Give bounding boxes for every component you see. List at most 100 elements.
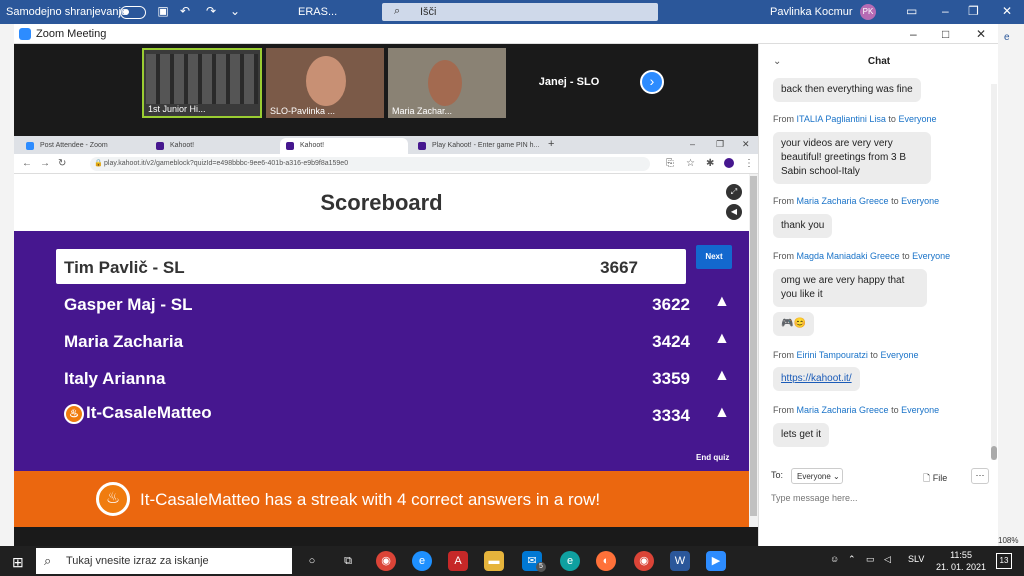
video-tile[interactable]: SLO-Pavlinka ... <box>266 48 384 118</box>
zoom-maximize-icon[interactable]: □ <box>942 27 949 41</box>
acrobat-icon[interactable]: A <box>448 551 468 571</box>
tab-favicon-icon <box>286 142 294 150</box>
browser-toolbar: ← → ↻ 🔒 play.kahoot.it/v2/gameblock?quiz… <box>14 154 758 174</box>
scoreboard-row: Italy Arianna 3359 <box>56 360 690 395</box>
file-explorer-icon[interactable]: ▬ <box>484 551 504 571</box>
more-options-button[interactable]: ⋯ <box>971 468 989 484</box>
page-title: Scoreboard <box>320 190 443 215</box>
sound-icon[interactable]: ◀ <box>726 204 742 220</box>
ribbon-display-icon[interactable]: ▭ <box>906 4 917 18</box>
word-right-margin: e 108% <box>998 24 1024 546</box>
chrome-active-icon[interactable]: ◉ <box>634 551 654 571</box>
back-icon[interactable]: ← <box>22 158 32 169</box>
next-button[interactable]: Next <box>696 245 732 269</box>
extensions-icon[interactable]: ✱ <box>706 158 714 169</box>
undo-icon[interactable]: ↶ <box>178 4 192 18</box>
customize-icon[interactable]: ⌄ <box>228 4 242 18</box>
browser-tab[interactable]: Post Attendee - Zoom <box>20 138 146 154</box>
participant-name: Janej - SLO <box>538 76 600 88</box>
video-tile[interactable]: Maria Zachar... <box>388 48 506 118</box>
minimize-icon[interactable]: – <box>942 4 949 18</box>
ellipsis-icon: ⋯ <box>975 470 985 480</box>
system-clock[interactable]: 11:55 21. 01. 2021 <box>936 549 986 573</box>
rank-up-arrow-icon: ▲ <box>714 330 730 347</box>
kahoot-header: Scoreboard ⤢ ◀ <box>14 174 749 231</box>
windows-start-icon[interactable]: ⊞ <box>12 554 24 571</box>
browser-tab-active[interactable]: Kahoot! <box>280 138 408 154</box>
chevron-up-icon[interactable]: ⌃ <box>848 554 856 565</box>
chevron-right-icon: › <box>649 73 655 89</box>
browser-tab[interactable]: Kahoot! <box>150 138 276 154</box>
player-name: Gasper Maj - SL <box>64 295 193 314</box>
address-bar[interactable]: 🔒 play.kahoot.it/v2/gameblock?quizId=e49… <box>90 157 650 171</box>
edge-icon[interactable]: e <box>412 551 432 571</box>
browser-restore-icon[interactable]: ❐ <box>716 139 724 150</box>
chat-message: back then everything was fine <box>773 78 921 102</box>
forward-icon[interactable]: → <box>40 158 50 169</box>
cortana-icon[interactable]: ○ <box>302 551 322 571</box>
file-button[interactable]: 🗋 File <box>923 471 947 487</box>
browser-menu-icon[interactable]: ⋮ <box>744 158 754 169</box>
page-scrollbar[interactable] <box>749 174 758 527</box>
chat-scrollbar[interactable] <box>991 84 997 460</box>
task-view-icon[interactable]: ⧉ <box>338 551 358 571</box>
restore-icon[interactable]: ❐ <box>968 4 979 18</box>
autosave-toggle[interactable] <box>120 6 146 19</box>
save-icon[interactable]: ▣ <box>156 4 170 18</box>
word-icon[interactable]: W <box>670 551 690 571</box>
zoom-titlebar: Zoom Meeting – □ ✕ <box>14 24 998 44</box>
taskbar-search[interactable]: ⌕ Tukaj vnesite izraz za iskanje <box>36 548 292 574</box>
browser-tabbar: Post Attendee - Zoom Kahoot! Kahoot! Pla… <box>14 136 758 154</box>
close-icon[interactable]: ✕ <box>1002 4 1012 18</box>
document-title: ERAS... <box>298 6 338 18</box>
end-quiz-button[interactable]: End quiz <box>696 453 729 462</box>
zoom-window-title: Zoom Meeting <box>36 28 107 40</box>
scrollbar-thumb[interactable] <box>991 446 997 460</box>
video-tile[interactable]: 1st Junior Hi... <box>142 48 262 118</box>
share-icon[interactable]: ⎘ <box>666 158 674 169</box>
video-tile[interactable]: Janej - SLO <box>510 48 628 118</box>
tab-label: Post Attendee - Zoom <box>40 142 108 149</box>
player-name: Tim Pavlič - SL <box>64 258 185 277</box>
reload-icon[interactable]: ↻ <box>58 158 66 169</box>
chat-sender: From Eirini Tampouratzi to Everyone <box>773 350 919 360</box>
zoom-minimize-icon[interactable]: – <box>910 27 917 41</box>
zoom-percent[interactable]: 108% <box>998 536 1018 545</box>
language-indicator[interactable]: SLV <box>908 554 924 564</box>
chat-message-input[interactable] <box>771 490 981 506</box>
chat-link[interactable]: https://kahoot.it/ <box>781 373 852 384</box>
tab-label: Play Kahoot! - Enter game PIN h... <box>432 142 540 149</box>
player-score: 3622 <box>652 295 690 314</box>
scoreboard: Tim Pavlič - SL 3667 Gasper Maj - SL 362… <box>14 231 749 471</box>
tab-label: Kahoot! <box>170 142 195 149</box>
file-icon: 🗋 <box>923 473 931 483</box>
bookmark-star-icon[interactable]: ☆ <box>686 158 695 169</box>
new-tab-icon[interactable]: + <box>548 138 554 150</box>
zoom-close-icon[interactable]: ✕ <box>976 27 986 41</box>
chrome-icon[interactable]: ◉ <box>376 551 396 571</box>
chat-sender: From Magda Maniadaki Greece to Everyone <box>773 251 951 261</box>
zoom-bottom-bar <box>14 527 758 546</box>
network-icon[interactable]: ▭ <box>866 554 875 565</box>
clock-time: 11:55 <box>950 550 972 560</box>
scrollbar-thumb[interactable] <box>750 176 757 516</box>
recipient-select[interactable]: Everyone ⌄ <box>791 468 843 484</box>
notification-center-icon[interactable]: 13 <box>996 553 1012 569</box>
taskbar-search-placeholder: Tukaj vnesite izraz za iskanje <box>66 555 209 567</box>
edge-new-icon[interactable]: e <box>560 551 580 571</box>
volume-icon[interactable]: ◁ <box>884 554 891 565</box>
profile-avatar[interactable] <box>724 158 734 168</box>
browser-close-icon[interactable]: ✕ <box>742 139 750 150</box>
next-page-button[interactable]: › <box>640 70 664 94</box>
player-score: 3424 <box>652 332 690 351</box>
redo-icon[interactable]: ↷ <box>204 4 218 18</box>
people-icon[interactable]: ☺ <box>830 554 839 564</box>
firefox-icon[interactable]: ◐ <box>596 551 616 571</box>
recipient-value: Everyone <box>797 472 831 481</box>
avatar[interactable]: PK <box>860 4 876 20</box>
browser-tab[interactable]: Play Kahoot! - Enter game PIN h... <box>412 138 540 154</box>
zoom-taskbar-icon[interactable]: ▶ <box>706 551 726 571</box>
word-search-box[interactable]: ⌕ Išči <box>382 3 658 21</box>
fullscreen-icon[interactable]: ⤢ <box>726 184 742 200</box>
browser-minimize-icon[interactable]: – <box>690 139 695 149</box>
